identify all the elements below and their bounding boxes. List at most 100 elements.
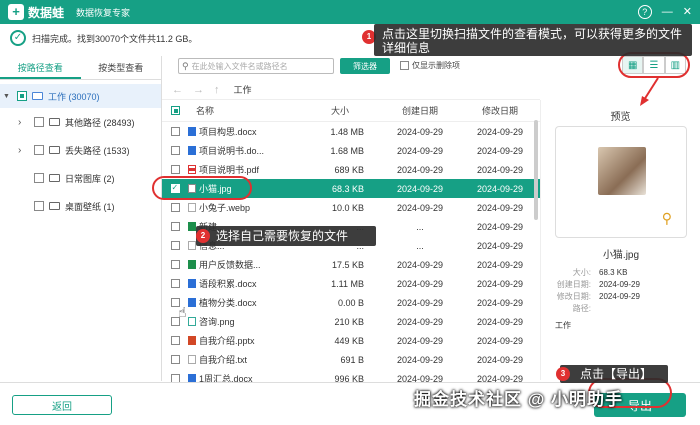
webp-file-icon <box>188 203 196 212</box>
row-checkbox[interactable] <box>170 336 180 345</box>
header-size[interactable]: 大小 <box>300 104 380 117</box>
check-circle-icon: ✓ <box>10 30 26 46</box>
annotation-badge-2: 2 <box>196 229 210 243</box>
annotation-badge-3: 3 <box>556 367 570 381</box>
table-row[interactable]: 小兔子.webp 10.0 KB 2024-09-29 2024-09-29 <box>162 198 540 217</box>
file-name: 植物分类.docx <box>199 298 257 308</box>
preview-title: 预览 <box>610 112 631 123</box>
file-created: 2024-09-29 <box>396 145 444 156</box>
tree-item-checkbox[interactable] <box>34 173 44 183</box>
file-name: 自我介绍.pptx <box>199 336 255 346</box>
file-created: 2024-09-29 <box>396 335 444 346</box>
tree-item-lost-paths[interactable]: › 丢失路径 (1533) <box>0 136 161 164</box>
table-scrollbar[interactable] <box>534 120 538 220</box>
show-deleted-checkbox[interactable] <box>400 61 409 70</box>
tree-root-work[interactable]: ▼ 工作 (30070) <box>0 84 161 108</box>
back-button[interactable]: 返回 <box>12 395 112 415</box>
tab-by-path[interactable]: 按路径查看 <box>0 56 81 79</box>
filter-button[interactable]: 筛选器 <box>340 58 390 74</box>
file-size: 17.5 KB <box>331 259 364 270</box>
table-row[interactable]: 咨询.png 210 KB 2024-09-29 2024-09-29 <box>162 312 540 331</box>
preview-path-value: 工作 <box>555 321 571 330</box>
pdf-file-icon <box>188 165 196 174</box>
row-checkbox[interactable] <box>170 127 180 136</box>
preview-thumbnail <box>598 147 646 195</box>
table-row[interactable]: 项目说明书.do... 1.68 MB 2024-09-29 2024-09-29 <box>162 141 540 160</box>
preview-panel: 预览 ⚲ 小猫.jpg 大小: 68.3 KB 创建日期: 2024-09-29 修… <box>540 100 700 380</box>
row-checkbox[interactable] <box>170 241 180 250</box>
search-icon: ⚲ <box>182 60 189 71</box>
chevron-right-icon[interactable]: › <box>18 117 28 128</box>
tree-item-other-paths[interactable]: › 其他路径 (28493) <box>0 108 161 136</box>
row-checkbox[interactable] <box>170 222 180 231</box>
annotation-callout-3-text: 点击【导出】 <box>580 367 653 381</box>
tree-item-checkbox[interactable] <box>34 117 44 127</box>
title-bar: + 数据蛙 数据恢复专家 ? — ✕ <box>0 0 700 24</box>
file-modified: 2024-09-29 <box>476 278 524 289</box>
path-nav-bar: ← → ↑ 工作 <box>162 80 540 100</box>
forward-arrow-icon[interactable]: → <box>193 84 204 96</box>
txt-file-icon <box>188 241 196 250</box>
file-name: 用户反馈数据... <box>199 260 261 270</box>
header-modified[interactable]: 修改日期 <box>460 104 540 117</box>
tree-root-checkbox[interactable] <box>17 91 27 101</box>
header-created[interactable]: 创建日期 <box>380 104 460 117</box>
file-modified: 2024-09-29 <box>476 316 524 327</box>
folder-icon <box>32 92 43 100</box>
row-checkbox[interactable] <box>170 260 180 269</box>
table-row[interactable]: 语段积累.docx 1.11 MB 2024-09-29 2024-09-29 <box>162 274 540 293</box>
tree-item-label: 桌面壁纸 (1) <box>65 201 115 212</box>
file-created: 2024-09-29 <box>396 164 444 175</box>
docx-file-icon <box>188 279 196 288</box>
row-checkbox[interactable] <box>170 165 180 174</box>
tree-item-checkbox[interactable] <box>34 201 44 211</box>
back-arrow-icon[interactable]: ← <box>172 84 183 96</box>
file-name: 咨询.png <box>199 317 235 327</box>
tree-item-checkbox[interactable] <box>34 145 44 155</box>
minimize-icon[interactable]: — <box>662 4 673 20</box>
search-input[interactable] <box>191 61 328 71</box>
preview-card: ⚲ <box>555 126 687 238</box>
table-row[interactable]: 植物分类.docx 0.00 B 2024-09-29 2024-09-29 <box>162 293 540 312</box>
show-deleted-label: 仅显示删除项 <box>412 61 460 70</box>
file-size: 1.11 MB <box>331 278 364 289</box>
up-arrow-icon[interactable]: ↑ <box>214 84 220 96</box>
tree-item-desktop-wallpaper[interactable]: 桌面壁纸 (1) <box>0 192 161 220</box>
app-subtitle: 数据恢复专家 <box>76 7 131 18</box>
tree-item-daily-gallery[interactable]: 日常图库 (2) <box>0 164 161 192</box>
tab-by-type[interactable]: 按类型查看 <box>81 56 162 79</box>
pptx-file-icon <box>188 336 196 345</box>
table-row[interactable]: 自我介绍.txt 691 B 2024-09-29 2024-09-29 <box>162 350 540 369</box>
tree-root-label: 工作 (30070) <box>48 91 100 102</box>
row-checkbox[interactable] <box>170 279 180 288</box>
meta-row: 大小: 68.3 KB <box>572 267 628 277</box>
show-deleted-toggle[interactable]: 仅显示删除项 <box>400 60 460 71</box>
file-modified: 2024-09-29 <box>476 335 524 346</box>
annotation-callout-1: 点击这里切换扫描文件的查看模式，可以获得更多的文件详细信息 <box>374 24 692 56</box>
chevron-right-icon[interactable]: › <box>18 145 28 156</box>
file-name: 项目说明书.do... <box>199 146 265 156</box>
row-checkbox[interactable] <box>170 146 180 155</box>
file-modified: 2024-09-29 <box>476 240 524 251</box>
collapse-triangle-icon[interactable]: ▼ <box>3 93 13 100</box>
file-created: 2024-09-29 <box>396 183 444 194</box>
table-row[interactable]: 项目构思.docx 1.48 MB 2024-09-29 2024-09-29 <box>162 122 540 141</box>
row-checkbox[interactable] <box>170 203 180 212</box>
zoom-icon[interactable]: ⚲ <box>662 210 672 227</box>
select-all-checkbox[interactable] <box>170 106 180 115</box>
table-row[interactable]: 自我介绍.pptx 449 KB 2024-09-29 2024-09-29 <box>162 331 540 350</box>
file-size: 0.00 B <box>337 297 364 308</box>
docx-file-icon <box>188 298 196 307</box>
preview-meta: 大小: 68.3 KB 创建日期: 2024-09-29 修改日期: 2024-09-… <box>553 266 693 314</box>
file-modified: 2024-09-29 <box>476 126 524 137</box>
table-row[interactable]: 用户反馈数据... 17.5 KB 2024-09-29 2024-09-29 <box>162 255 540 274</box>
file-size: 1.68 MB <box>330 145 364 156</box>
file-modified: 2024-09-29 <box>476 145 524 156</box>
file-created: 2024-09-29 <box>396 354 444 365</box>
close-icon[interactable]: ✕ <box>683 4 692 20</box>
docx-file-icon <box>188 146 196 155</box>
folder-icon <box>49 202 60 210</box>
help-icon[interactable]: ? <box>637 5 652 19</box>
row-checkbox[interactable] <box>170 355 180 364</box>
header-name[interactable]: 名称 <box>188 104 300 117</box>
